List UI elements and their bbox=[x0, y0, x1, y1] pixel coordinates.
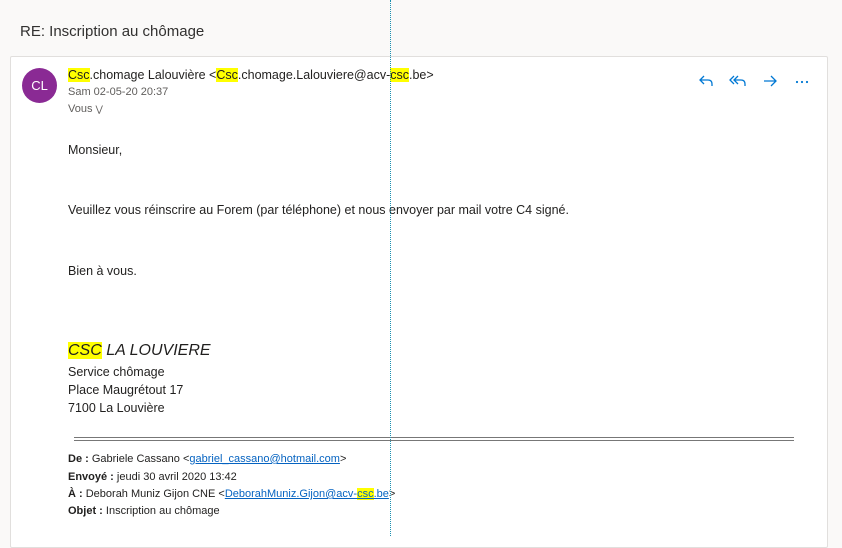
signature-org-highlight: CSC bbox=[68, 342, 102, 359]
more-icon[interactable] bbox=[791, 70, 813, 92]
signature-org-rest: LA LOUVIERE bbox=[101, 342, 211, 359]
quoted-to-label: À : bbox=[68, 488, 83, 500]
quoted-from-label: De : bbox=[68, 453, 89, 465]
sender-email-end: .be> bbox=[409, 68, 434, 82]
quote-separator bbox=[74, 437, 794, 441]
quoted-subject: Objet : Inscription au chômage bbox=[68, 505, 220, 517]
sender-email-mid: .chomage.Lalouviere@acv- bbox=[237, 68, 391, 82]
message-card: CL Csc.chomage Lalouvière <Csc.chomage.L… bbox=[10, 56, 828, 548]
quoted-from: De : Gabriele Cassano <gabriel_cassano@h… bbox=[68, 453, 346, 465]
avatar[interactable]: CL bbox=[22, 68, 57, 103]
quoted-sent-label: Envoyé : bbox=[68, 471, 114, 483]
quoted-sent-value: jeudi 30 avril 2020 13:42 bbox=[113, 471, 237, 483]
body-line: Veuillez vous réinscrire au Forem (par t… bbox=[68, 203, 569, 217]
recipients[interactable]: Vous ⋁ bbox=[68, 103, 103, 115]
quoted-to-email-end: .be bbox=[373, 488, 389, 500]
quoted-from-email-link[interactable]: gabriel_cassano@hotmail.com bbox=[189, 453, 340, 465]
sender-name-rest: .chomage Lalouvière < bbox=[89, 68, 217, 82]
forward-icon[interactable] bbox=[759, 70, 781, 92]
chevron-down-icon[interactable]: ⋁ bbox=[95, 104, 102, 114]
sent-date: Sam 02-05-20 20:37 bbox=[68, 86, 169, 98]
closing: Bien à vous. bbox=[68, 264, 137, 278]
sender-name-highlight: Csc bbox=[68, 68, 90, 82]
sender-email-highlight-2: csc bbox=[390, 68, 409, 82]
quoted-to: À : Deborah Muniz Gijon CNE <DeborahMuni… bbox=[68, 488, 395, 500]
sender-line[interactable]: Csc.chomage Lalouvière <Csc.chomage.Lalo… bbox=[68, 68, 434, 82]
quoted-subject-value: Inscription au chômage bbox=[102, 505, 220, 517]
signature-line: 7100 La Louvière bbox=[68, 401, 165, 415]
quoted-subject-label: Objet : bbox=[68, 505, 103, 517]
quoted-to-email-highlight: csc bbox=[357, 488, 374, 500]
email-subject: RE: Inscription au chômage bbox=[20, 23, 205, 40]
signature-org: CSC LA LOUVIERE bbox=[68, 342, 211, 360]
reply-icon[interactable] bbox=[695, 70, 717, 92]
recipient-label: Vous bbox=[68, 103, 93, 115]
quoted-from-end: > bbox=[339, 453, 347, 465]
quoted-to-email-link[interactable]: DeborahMuniz.Gijon@acv-csc.be bbox=[225, 488, 389, 500]
sender-email-highlight-1: Csc bbox=[216, 68, 238, 82]
quoted-sent: Envoyé : jeudi 30 avril 2020 13:42 bbox=[68, 471, 237, 483]
signature-line: Place Maugrétout 17 bbox=[68, 383, 184, 397]
quoted-to-email-pre: DeborahMuniz.Gijon@acv- bbox=[224, 488, 358, 500]
signature-line: Service chômage bbox=[68, 365, 165, 379]
quoted-from-name: Gabriele Cassano < bbox=[88, 453, 190, 465]
reply-all-icon[interactable] bbox=[727, 70, 749, 92]
quoted-to-name: Deborah Muniz Gijon CNE < bbox=[82, 488, 225, 500]
text-cursor-guide bbox=[390, 0, 391, 536]
message-actions bbox=[695, 70, 813, 92]
greeting: Monsieur, bbox=[68, 143, 123, 157]
